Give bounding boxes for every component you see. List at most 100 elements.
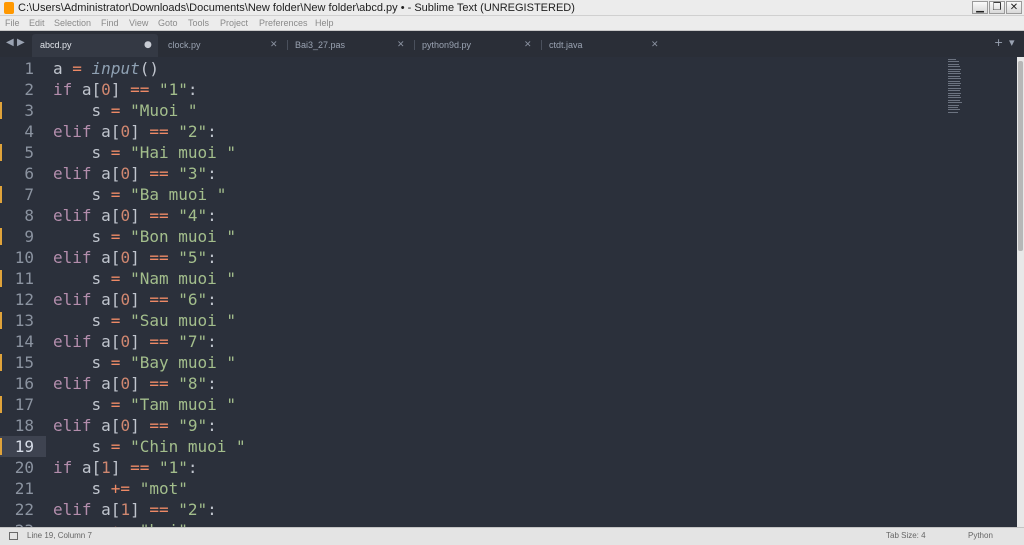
code-token: a[ — [91, 500, 121, 519]
code-line[interactable]: 2 if a[0] == "1": — [0, 79, 1017, 100]
code-token: == — [149, 332, 169, 351]
code-line[interactable]: 10 elif a[0] == "5": — [0, 247, 1017, 268]
code-token: elif — [53, 206, 92, 225]
tab-close-icon[interactable]: ✕ — [397, 34, 405, 56]
code-token: 0 — [101, 80, 111, 99]
code-line[interactable]: 19 s = "Chin muoi " — [0, 436, 1017, 457]
code-token: "Hai muoi " — [130, 143, 237, 162]
menu-tools[interactable]: Tools — [188, 17, 209, 29]
vertical-scrollbar[interactable] — [1017, 57, 1024, 527]
code-line[interactable]: 14 elif a[0] == "7": — [0, 331, 1017, 352]
code-line[interactable]: 5 s = "Hai muoi " — [0, 142, 1017, 163]
code-token: s — [53, 269, 111, 288]
code-line[interactable]: 12 elif a[0] == "6": — [0, 289, 1017, 310]
code-line[interactable]: 13 s = "Sau muoi " — [0, 310, 1017, 331]
code-token: = — [110, 185, 121, 204]
restore-button[interactable]: ❐ — [989, 1, 1005, 14]
code-line[interactable]: 11 s = "Nam muoi " — [0, 268, 1017, 289]
menu-find[interactable]: Find — [101, 17, 119, 29]
code-line[interactable]: 6 elif a[0] == "3": — [0, 163, 1017, 184]
line-number: 19 — [14, 437, 34, 456]
line-number-cell: 11 — [0, 268, 46, 289]
tab-ctdt-java[interactable]: ctdt.java ✕ — [541, 34, 667, 57]
code-line[interactable]: 20 if a[1] == "1": — [0, 457, 1017, 478]
minimap-line — [948, 68, 962, 70]
tab-size-setting[interactable]: Tab Size: 4 — [886, 531, 926, 541]
code-line[interactable]: 7 s = "Ba muoi " — [0, 184, 1017, 205]
menu-preferences[interactable]: Preferences — [259, 17, 308, 29]
line-number: 7 — [24, 185, 34, 204]
code-line[interactable]: 1a = input() — [0, 58, 1017, 79]
menu-help[interactable]: Help — [315, 17, 334, 29]
line-number-cell: 20 — [0, 457, 46, 478]
menu-project[interactable]: Project — [220, 17, 248, 29]
line-number-cell: 14 — [0, 331, 46, 352]
menu-view[interactable]: View — [129, 17, 148, 29]
code-line[interactable]: 3 s = "Muoi " — [0, 100, 1017, 121]
code-line[interactable]: 17 s = "Tam muoi " — [0, 394, 1017, 415]
code-token: "2" — [178, 500, 208, 519]
minimap-line — [948, 85, 960, 87]
minimap[interactable] — [948, 59, 962, 115]
menu-goto[interactable]: Goto — [158, 17, 178, 29]
tab-bar: ◀ ▶ abcd.py ● clock.py ✕ Bai3_27.pas ✕ p… — [0, 31, 1024, 57]
code-token: a[ — [91, 332, 121, 351]
code-line[interactable]: 22 elif a[1] == "2": — [0, 499, 1017, 520]
menu-edit[interactable]: Edit — [29, 17, 45, 29]
tab-abcd-py[interactable]: abcd.py ● — [32, 34, 158, 57]
code-token: a[ — [91, 290, 121, 309]
minimap-line — [948, 107, 958, 108]
code-line[interactable]: 15 s = "Bay muoi " — [0, 352, 1017, 373]
code-line[interactable]: 21 s += "mot" — [0, 478, 1017, 499]
panel-toggle-icon[interactable] — [9, 532, 18, 540]
minimize-button[interactable]: ▁ — [972, 1, 988, 14]
line-number-cell: 6 — [0, 163, 46, 184]
tab-list-chevron-down-icon[interactable]: ▾ — [1009, 36, 1015, 49]
code-line[interactable]: 9 s = "Bon muoi " — [0, 226, 1017, 247]
tab-label: ctdt.java — [549, 40, 583, 50]
tab-bai3-27-pas[interactable]: Bai3_27.pas ✕ — [287, 34, 413, 57]
minimap-line — [948, 92, 962, 94]
code-line[interactable]: 23 s += "hai" — [0, 520, 1017, 527]
code-text: elif a[0] == "8": — [53, 373, 217, 394]
code-editor[interactable]: 1a = input() 2 if a[0] == "1": 3 s = "Muoi … — [0, 57, 1017, 527]
code-token: == — [130, 80, 150, 99]
close-window-button[interactable]: ✕ — [1006, 1, 1022, 14]
tab-close-icon[interactable]: ✕ — [651, 34, 659, 56]
code-token: () — [139, 59, 159, 78]
tab-close-icon[interactable]: ✕ — [270, 34, 278, 56]
code-token: "Nam muoi " — [130, 269, 237, 288]
tab-python9d-py[interactable]: python9d.py ✕ — [414, 34, 540, 57]
tab-close-icon[interactable]: ✕ — [524, 34, 532, 56]
tab-scroll-right-icon[interactable]: ▶ — [17, 37, 25, 48]
menu-file[interactable]: File — [5, 17, 20, 29]
code-token: "7" — [178, 332, 208, 351]
syntax-selector[interactable]: Python — [968, 531, 993, 541]
code-text: elif a[1] == "2": — [53, 499, 217, 520]
code-line[interactable]: 8 elif a[0] == "4": — [0, 205, 1017, 226]
scrollbar-thumb[interactable] — [1018, 61, 1023, 251]
code-token: 1 — [120, 500, 131, 519]
line-number: 18 — [14, 416, 34, 435]
code-token: ] — [110, 458, 131, 477]
line-number-cell: 15 — [0, 352, 46, 373]
menu-selection[interactable]: Selection — [54, 17, 91, 29]
unsaved-dot-icon[interactable]: ● — [144, 34, 152, 56]
code-text: a = input() — [53, 58, 159, 79]
tab-scroll-left-icon[interactable]: ◀ — [6, 37, 14, 48]
code-line[interactable]: 18 elif a[0] == "9": — [0, 415, 1017, 436]
code-token: == — [149, 164, 169, 183]
new-tab-icon[interactable]: + — [994, 36, 1003, 49]
code-token: ] — [130, 248, 150, 267]
code-token: a[ — [91, 374, 121, 393]
code-line[interactable]: 4 elif a[0] == "2": — [0, 121, 1017, 142]
menu-bar: File Edit Selection Find View Goto Tools… — [0, 16, 1024, 31]
tab-clock-py[interactable]: clock.py ✕ — [160, 34, 286, 57]
code-line[interactable]: 16 elif a[0] == "8": — [0, 373, 1017, 394]
